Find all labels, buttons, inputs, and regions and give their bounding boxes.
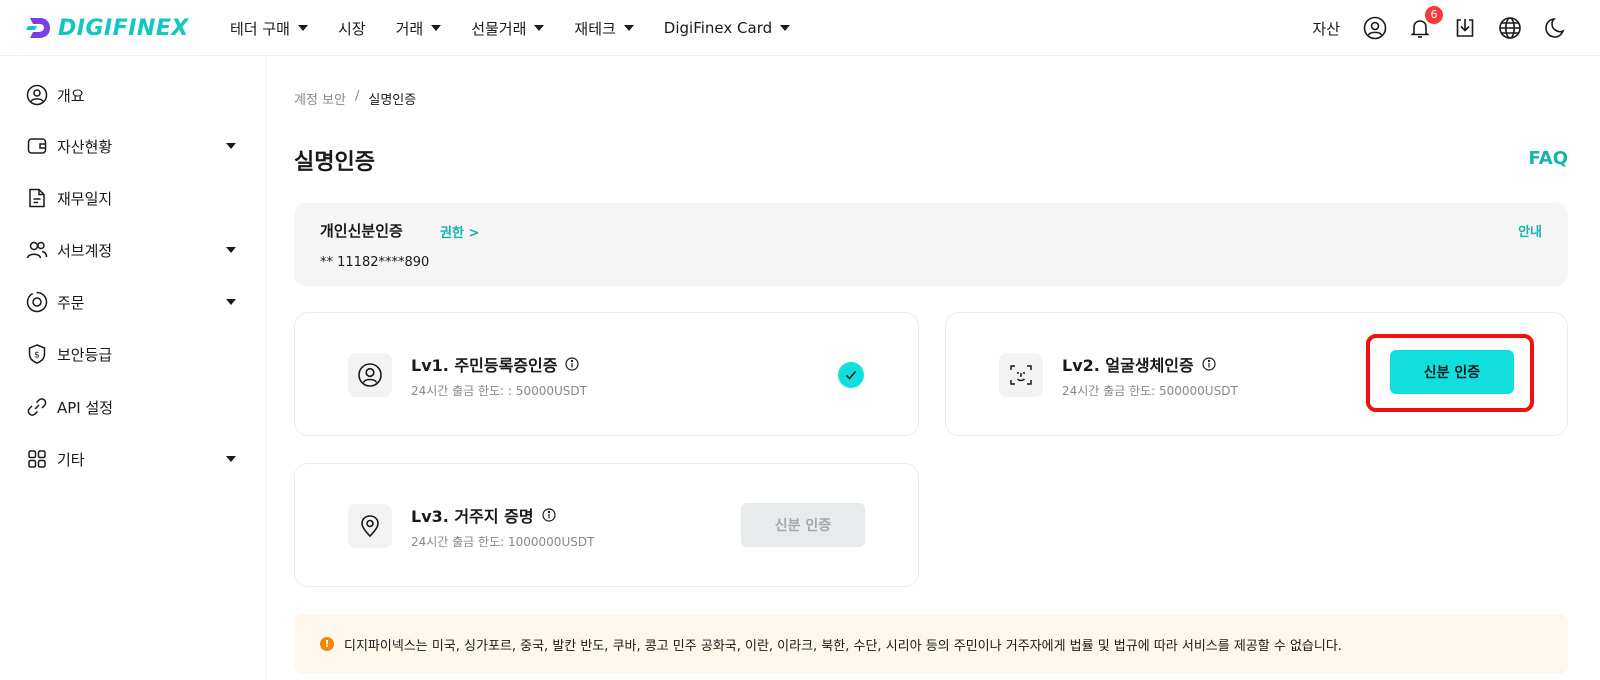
sidebar-item-security-level[interactable]: $ 보안등급 <box>26 340 236 368</box>
nav-label: 재테크 <box>574 19 616 38</box>
notice-text: 디지파이넥스는 미국, 싱가포르, 중국, 발칸 반도, 쿠바, 콩고 민주 공… <box>344 638 1342 654</box>
nav-buy-usdt[interactable]: 테더 구매 <box>230 18 308 39</box>
withdraw-limit: 24시간 출금 한도: : 50000USDT <box>411 384 587 398</box>
level-title-text: Lv2. 얼굴생체인증 <box>1062 356 1194 375</box>
breadcrumb-parent[interactable]: 계정 보안 <box>294 89 346 108</box>
chevron-down-icon <box>226 247 236 253</box>
nav-earn[interactable]: 재테크 <box>574 18 634 39</box>
chevron-down-icon <box>226 143 236 149</box>
digifinex-logo[interactable]: DIGIFINEX <box>26 14 189 42</box>
nav-label: 테더 구매 <box>230 19 290 38</box>
check-icon <box>838 362 864 388</box>
nav-market[interactable]: 시장 <box>338 18 366 39</box>
nav-label: 거래 <box>395 19 424 38</box>
level-title: Lv1. 주민등록증인증 <box>411 352 580 376</box>
face-scan-icon <box>999 353 1043 397</box>
nav-futures[interactable]: 선물거래 <box>471 18 545 39</box>
info-icon[interactable] <box>1202 357 1216 371</box>
sidebar-item-overview[interactable]: 개요 <box>26 81 236 109</box>
header-tools: 자산 6 <box>1312 0 1568 56</box>
sidebar-item-label: 주문 <box>57 293 85 312</box>
globe-icon[interactable] <box>1497 15 1523 41</box>
notification-badge: 6 <box>1425 6 1443 24</box>
logo-text: DIGIFINEX <box>58 15 189 41</box>
sidebar-item-label: 자산현황 <box>57 137 113 156</box>
withdraw-limit: 24시간 출금 한도: 500000USDT <box>1062 384 1238 398</box>
sidebar-item-label: API 설정 <box>57 398 114 417</box>
level-card-lv1: Lv1. 주민등록증인증 24시간 출금 한도: : 50000USDT <box>294 312 919 436</box>
identity-summary-panel: 개인신분인증 권한 > 안내 ** 11182****890 <box>294 203 1568 286</box>
info-icon[interactable] <box>541 508 556 522</box>
verify-button-lv2[interactable]: 신분 인증 <box>1390 350 1514 394</box>
breadcrumb: 계정 보안 / 실명인증 <box>294 89 416 108</box>
user-circle-icon <box>348 353 392 397</box>
link-icon <box>26 396 48 418</box>
sidebar-item-other[interactable]: 기타 <box>26 445 236 473</box>
nav-trade[interactable]: 거래 <box>396 18 442 39</box>
chevron-down-icon <box>431 25 442 31</box>
download-icon[interactable] <box>1452 15 1478 41</box>
sidebar-item-label: 기타 <box>57 450 85 469</box>
verify-button-lv3[interactable]: 신분 인증 <box>741 503 865 547</box>
page-title: 실명인증 <box>294 150 375 175</box>
shield-icon: $ <box>26 343 48 365</box>
breadcrumb-current: 실명인증 <box>368 93 417 108</box>
chevron-down-icon <box>623 25 634 31</box>
user-icon[interactable] <box>1362 15 1388 41</box>
withdraw-limit: 24시간 출금 한도: 1000000USDT <box>411 535 595 549</box>
level-title: Lv3. 거주지 증명 <box>411 503 556 527</box>
sidebar-item-ledger[interactable]: 재무일지 <box>26 184 236 212</box>
level-title-text: Lv3. 거주지 증명 <box>411 507 534 526</box>
chevron-down-icon <box>226 456 236 462</box>
level-card-lv3: Lv3. 거주지 증명 24시간 출금 한도: 1000000USDT 신분 인… <box>294 463 919 587</box>
sidebar-item-assets[interactable]: 자산현황 <box>26 132 236 160</box>
nav-label: 선물거래 <box>471 19 527 38</box>
assets-link[interactable]: 자산 <box>1312 18 1340 39</box>
nav-card[interactable]: DigiFinex Card <box>663 19 791 37</box>
wallet-icon <box>26 135 48 157</box>
top-navigation-bar: DIGIFINEX 테더 구매 시장 거래 선물거래 재테크 DigiFinex… <box>0 0 1600 56</box>
user-circle-icon <box>26 84 48 106</box>
faq-link[interactable]: FAQ <box>1529 148 1568 169</box>
level-title-text: Lv1. 주민등록증인증 <box>411 356 558 375</box>
nav-label: DigiFinex Card <box>663 19 773 37</box>
chevron-down-icon <box>780 25 791 31</box>
nav-label: 시장 <box>337 19 366 38</box>
users-icon <box>26 239 48 261</box>
sidebar: 개요 자산현황 재무일지 서브계정 주문 $ 보안등급 API 설정 기타 <box>0 57 267 680</box>
document-icon <box>26 187 48 209</box>
order-icon <box>26 291 48 313</box>
sidebar-item-orders[interactable]: 주문 <box>26 288 236 316</box>
main-nav: 테더 구매 시장 거래 선물거래 재테크 DigiFinex Card <box>230 0 820 56</box>
info-icon[interactable] <box>565 357 580 371</box>
restriction-notice: ! 디지파이넥스는 미국, 싱가포르, 중국, 발칸 반도, 쿠바, 콩고 민주… <box>294 614 1568 674</box>
location-pin-icon <box>348 504 392 548</box>
sidebar-item-label: 서브계정 <box>57 241 113 260</box>
breadcrumb-separator: / <box>354 89 360 104</box>
warning-icon: ! <box>320 637 334 651</box>
identity-title: 개인신분인증 <box>320 222 403 240</box>
sidebar-item-label: 보안등급 <box>57 345 113 364</box>
moon-icon[interactable] <box>1542 15 1568 41</box>
chevron-down-icon <box>226 299 236 305</box>
grid-icon <box>26 448 48 470</box>
sidebar-item-label: 개요 <box>57 86 85 105</box>
guide-link[interactable]: 안내 <box>1518 221 1542 240</box>
level-title: Lv2. 얼굴생체인증 <box>1062 352 1216 376</box>
svg-text:$: $ <box>34 351 40 361</box>
chevron-down-icon <box>297 25 308 31</box>
sidebar-item-subaccount[interactable]: 서브계정 <box>26 236 236 264</box>
chevron-down-icon <box>534 25 545 31</box>
logo-mark-icon <box>26 18 50 38</box>
sidebar-item-api[interactable]: API 설정 <box>26 393 236 421</box>
permission-link[interactable]: 권한 > <box>440 222 479 241</box>
sidebar-item-label: 재무일지 <box>57 189 113 208</box>
bell-icon[interactable]: 6 <box>1407 6 1443 41</box>
id-number: ** 11182****890 <box>320 255 430 270</box>
